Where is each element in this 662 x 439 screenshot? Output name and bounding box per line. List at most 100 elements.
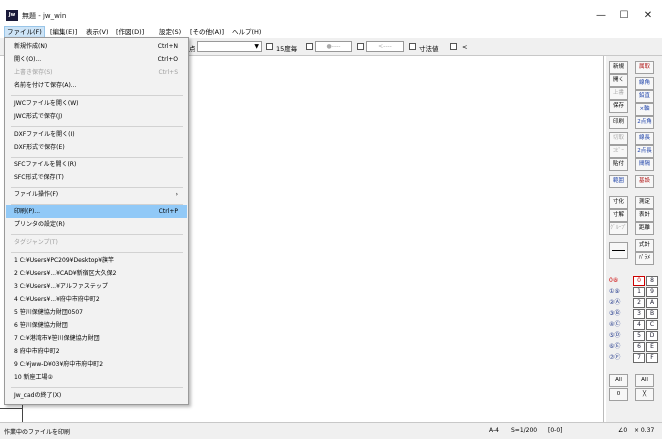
menu-item-printer-settings[interactable]: プリンタの設定(R)	[6, 218, 187, 231]
menu-item-tag-jump[interactable]: タグジャンプ(T)	[6, 236, 187, 249]
menu-help[interactable]: ヘルプ(H)	[230, 26, 263, 38]
recent-file-8[interactable]: 8 府中市府中町2	[6, 345, 187, 358]
status-scale[interactable]: S=1/200	[511, 427, 537, 434]
btn-measure[interactable]: 測定	[635, 196, 654, 209]
menu-item-file-ops[interactable]: ファイル操作(F) ›	[6, 188, 187, 201]
recent-file-2[interactable]: 2 C:¥Users¥...¥CAD¥新宿区大久保2	[6, 267, 187, 280]
layer-1[interactable]: 1	[633, 287, 645, 297]
recent-file-6[interactable]: 6 笹川保健協力財団	[6, 319, 187, 332]
recent-file-7[interactable]: 7 C:¥港湾市¥笹川保健協力財団	[6, 332, 187, 345]
recent-file-3[interactable]: 3 C:¥Users¥...¥アルファステップ	[6, 280, 187, 293]
layer-group-5-d[interactable]: ⑤Ⓓ	[609, 331, 629, 341]
menu-item-open-dxf[interactable]: DXFファイルを開く(I)	[6, 128, 187, 141]
btn-line-angle[interactable]: 線角	[635, 77, 654, 90]
btn-overwrite[interactable]: 上書	[609, 87, 628, 100]
layer-group-1-9[interactable]: ①⑨	[609, 287, 629, 297]
layer-group-3-b[interactable]: ③Ⓑ	[609, 309, 629, 319]
btn-base-set[interactable]: 基設	[635, 175, 654, 188]
btn-attr-get[interactable]: 属取	[635, 61, 654, 74]
btn-dim-release[interactable]: 寸解	[609, 209, 628, 222]
checkbox-15deg-label: 15度毎	[276, 45, 298, 53]
btn-distance[interactable]: 距離	[635, 222, 654, 235]
layer-a[interactable]: A	[646, 298, 658, 308]
line-type-icon	[612, 250, 625, 251]
layer-group-6-e[interactable]: ⑥Ⓔ	[609, 342, 629, 352]
btn-print[interactable]: 印刷	[609, 116, 628, 129]
btn-x-axis[interactable]: ×軸	[635, 103, 654, 116]
layer-4[interactable]: 4	[633, 320, 645, 330]
btn-interval[interactable]: 間隔	[635, 158, 654, 171]
layer-group-7-f[interactable]: ⑦Ⓕ	[609, 353, 629, 363]
layer-group-0-8[interactable]: 0⑧	[609, 276, 629, 286]
layer-3[interactable]: 3	[633, 309, 645, 319]
btn-range[interactable]: 範囲	[609, 175, 628, 188]
checkbox-last[interactable]	[450, 43, 457, 50]
btn-new[interactable]: 新規	[609, 61, 628, 74]
menu-other[interactable]: [その他(A)]	[188, 26, 226, 38]
btn-cut[interactable]: 切取	[609, 132, 628, 145]
menu-item-new[interactable]: 新規作成(N) Ctrl+N	[6, 40, 187, 53]
recent-file-9[interactable]: 9 C:¥jww-D¥03¥府中市府中町2	[6, 358, 187, 371]
checkbox-last-label: <	[462, 43, 468, 51]
btn-dim-convert[interactable]: 寸化	[609, 196, 628, 209]
btn-copy[interactable]: ｺﾋﾟｰ	[609, 145, 628, 158]
layer-6[interactable]: 6	[633, 342, 645, 352]
menu-item-exit[interactable]: Jw_cadの終了(X)	[6, 389, 187, 402]
btn-paste[interactable]: 貼付	[609, 158, 628, 171]
layer-8[interactable]: 8	[646, 276, 658, 286]
checkbox-dim[interactable]	[409, 43, 416, 50]
recent-file-1[interactable]: 1 C:¥Users¥PC209¥Desktop¥旗竿	[6, 254, 187, 267]
layer-c[interactable]: C	[646, 320, 658, 330]
status-angle[interactable]: ∠0	[618, 427, 627, 434]
menu-item-print[interactable]: 印刷(P)... Ctrl+P	[6, 205, 187, 218]
layer-2[interactable]: 2	[633, 298, 645, 308]
layer-e[interactable]: E	[646, 342, 658, 352]
layer-all-button[interactable]: All	[635, 374, 654, 387]
layer-select[interactable]: ▼	[197, 41, 262, 52]
btn-formula[interactable]: 式計	[635, 239, 654, 252]
layer-b[interactable]: B	[646, 309, 658, 319]
app-icon: Jw	[6, 10, 18, 21]
btn-2pt-angle[interactable]: 2点角	[635, 116, 654, 129]
close-button[interactable]: ✕	[630, 6, 662, 26]
menu-item-overwrite-save[interactable]: 上書き保存(S) Ctrl+S	[6, 66, 187, 79]
status-layer[interactable]: [0-0]	[548, 427, 562, 434]
checkbox-arrow[interactable]	[357, 43, 364, 50]
checkbox-point[interactable]	[306, 43, 313, 50]
menu-item-open-jwc[interactable]: JWCファイルを開く(W)	[6, 97, 187, 110]
status-zoom[interactable]: × 0.37	[634, 427, 654, 434]
layer-group-zero-button[interactable]: 0	[609, 388, 628, 401]
menu-item-open-sfc[interactable]: SFCファイルを開く(R)	[6, 158, 187, 171]
file-menu-dropdown: 新規作成(N) Ctrl+N 開く(O)... Ctrl+O 上書き保存(S) Ctr…	[4, 37, 189, 405]
btn-vertical[interactable]: 鉛直	[635, 90, 654, 103]
btn-open[interactable]: 開く	[609, 74, 628, 87]
window-title: 無題 - jw_win	[22, 12, 67, 20]
btn-line-length[interactable]: 線長	[635, 132, 654, 145]
layer-7[interactable]: 7	[633, 353, 645, 363]
layer-f[interactable]: F	[646, 353, 658, 363]
menu-item-save-sfc[interactable]: SFC形式で保存(T)	[6, 171, 187, 184]
menu-item-save-as[interactable]: 名前を付けて保存(A)...	[6, 79, 187, 92]
layer-x-button[interactable]: ╳	[635, 388, 654, 401]
status-paper[interactable]: A-4	[489, 427, 499, 434]
layer-9[interactable]: 9	[646, 287, 658, 297]
layer-0[interactable]: 0	[633, 276, 645, 286]
layer-d[interactable]: D	[646, 331, 658, 341]
recent-file-4[interactable]: 4 C:¥Users¥...¥府中市府中町2	[6, 293, 187, 306]
layer-5[interactable]: 5	[633, 331, 645, 341]
checkbox-15deg[interactable]	[266, 43, 273, 50]
line-type-button[interactable]	[609, 242, 628, 259]
menu-item-save-dxf[interactable]: DXF形式で保存(E)	[6, 141, 187, 154]
layer-group-2-a[interactable]: ②Ⓐ	[609, 298, 629, 308]
btn-parametric[interactable]: ﾊﾟﾗﾒ	[635, 252, 654, 265]
recent-file-5[interactable]: 5 笹川保健協力財団0507	[6, 306, 187, 319]
btn-save[interactable]: 保存	[609, 100, 628, 113]
btn-table-calc[interactable]: 表計	[635, 209, 654, 222]
btn-2pt-length[interactable]: 2点長	[635, 145, 654, 158]
btn-group[interactable]: ｸﾞﾙｰﾌﾟ	[609, 222, 628, 235]
menu-item-save-jwc[interactable]: JWC形式で保存(J)	[6, 110, 187, 123]
recent-file-10[interactable]: 10 新座工場②	[6, 371, 187, 384]
menu-item-open[interactable]: 開く(O)... Ctrl+O	[6, 53, 187, 66]
layer-group-all-button[interactable]: All	[609, 374, 628, 387]
layer-group-4-c[interactable]: ④Ⓒ	[609, 320, 629, 330]
